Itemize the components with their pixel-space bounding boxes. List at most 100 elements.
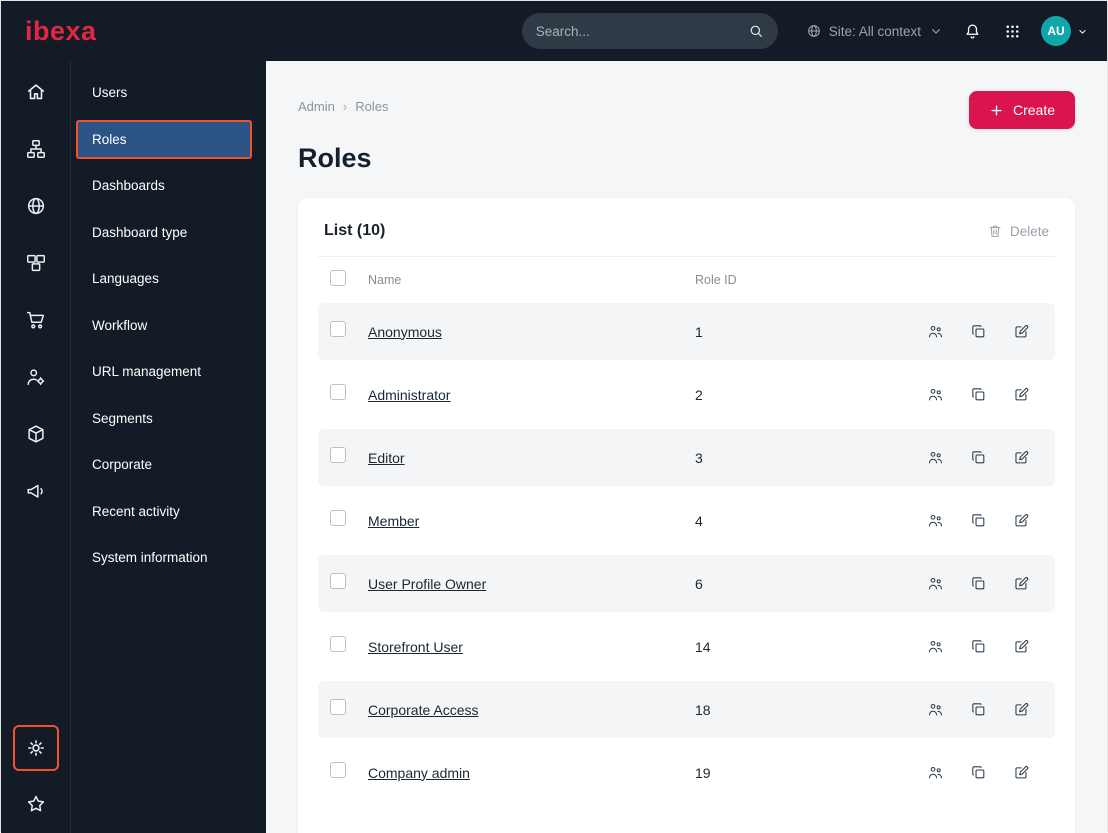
edit-icon bbox=[1013, 764, 1030, 781]
rail-admin-button[interactable] bbox=[12, 725, 59, 771]
sidebar-item-recent-activity[interactable]: Recent activity bbox=[76, 492, 252, 532]
gear-icon bbox=[25, 737, 47, 759]
row-checkbox[interactable] bbox=[330, 636, 346, 652]
icon-rail bbox=[1, 61, 71, 833]
table-row: Member 4 bbox=[318, 492, 1055, 549]
sidebar-item-dashboard-type[interactable]: Dashboard type bbox=[76, 213, 252, 253]
row-checkbox[interactable] bbox=[330, 573, 346, 589]
sidebar-item-system-information[interactable]: System information bbox=[76, 538, 252, 578]
site-context-selector[interactable]: Site: All context bbox=[806, 23, 944, 39]
edit-role-button[interactable] bbox=[1013, 638, 1030, 655]
search-input[interactable] bbox=[535, 23, 748, 39]
row-checkbox[interactable] bbox=[330, 447, 346, 463]
copy-icon bbox=[970, 512, 987, 529]
edit-role-button[interactable] bbox=[1013, 449, 1030, 466]
content-tree-icon bbox=[25, 138, 47, 160]
user-menu[interactable]: AU bbox=[1041, 16, 1089, 46]
role-name-link[interactable]: Storefront User bbox=[368, 639, 695, 655]
copy-role-button[interactable] bbox=[970, 701, 987, 718]
assign-users-button[interactable] bbox=[927, 386, 944, 403]
delete-button[interactable]: Delete bbox=[987, 223, 1049, 239]
table-row: Storefront User 14 bbox=[318, 618, 1055, 675]
assign-users-button[interactable] bbox=[927, 764, 944, 781]
role-name-link[interactable]: Editor bbox=[368, 450, 695, 466]
rail-home-button[interactable] bbox=[14, 71, 58, 113]
rail-bookmarks-button[interactable] bbox=[14, 783, 58, 825]
sidebar-item-segments[interactable]: Segments bbox=[76, 399, 252, 439]
bell-icon bbox=[963, 22, 982, 41]
role-name-link[interactable]: Corporate Access bbox=[368, 702, 695, 718]
role-id: 3 bbox=[695, 449, 703, 466]
copy-icon bbox=[970, 386, 987, 403]
chevron-down-icon bbox=[1076, 25, 1089, 38]
table-header: Name Role ID bbox=[318, 257, 1055, 303]
breadcrumb-item-roles: Roles bbox=[355, 99, 389, 114]
grid-icon bbox=[1003, 22, 1022, 41]
copy-role-button[interactable] bbox=[970, 764, 987, 781]
user-gear-icon bbox=[25, 366, 47, 388]
plus-icon bbox=[989, 103, 1004, 118]
cart-icon bbox=[25, 309, 47, 331]
megaphone-icon bbox=[25, 480, 47, 502]
assign-users-icon bbox=[927, 323, 944, 340]
create-button[interactable]: Create bbox=[968, 91, 1075, 129]
ibexa-logo[interactable]: ibexa bbox=[25, 17, 97, 45]
app-grid-button[interactable] bbox=[1001, 20, 1024, 43]
role-name-link[interactable]: Company admin bbox=[368, 765, 695, 781]
sidebar-item-url-management[interactable]: URL management bbox=[76, 352, 252, 392]
column-header-name: Name bbox=[368, 273, 402, 287]
assign-users-button[interactable] bbox=[927, 449, 944, 466]
rail-site-button[interactable] bbox=[14, 185, 58, 227]
sidebar-item-dashboards[interactable]: Dashboards bbox=[76, 166, 252, 206]
assign-users-icon bbox=[927, 386, 944, 403]
edit-role-button[interactable] bbox=[1013, 323, 1030, 340]
row-checkbox[interactable] bbox=[330, 384, 346, 400]
blocks-icon bbox=[25, 252, 47, 274]
sidebar-item-workflow[interactable]: Workflow bbox=[76, 306, 252, 346]
role-name-link[interactable]: Member bbox=[368, 513, 695, 529]
assign-users-button[interactable] bbox=[927, 638, 944, 655]
copy-role-button[interactable] bbox=[970, 449, 987, 466]
copy-role-button[interactable] bbox=[970, 323, 987, 340]
role-id: 1 bbox=[695, 323, 703, 340]
sidebar-item-corporate[interactable]: Corporate bbox=[76, 445, 252, 485]
row-checkbox[interactable] bbox=[330, 510, 346, 526]
sidebar-item-users[interactable]: Users bbox=[76, 73, 252, 113]
select-all-checkbox[interactable] bbox=[330, 269, 346, 286]
row-checkbox[interactable] bbox=[330, 762, 346, 778]
assign-users-button[interactable] bbox=[927, 575, 944, 592]
copy-role-button[interactable] bbox=[970, 575, 987, 592]
edit-role-button[interactable] bbox=[1013, 386, 1030, 403]
row-checkbox[interactable] bbox=[330, 321, 346, 337]
roles-list-card: List (10) Delete Name Role ID Anonymous … bbox=[298, 198, 1075, 833]
role-name-link[interactable]: User Profile Owner bbox=[368, 576, 695, 592]
rail-customers-button[interactable] bbox=[14, 356, 58, 398]
edit-icon bbox=[1013, 575, 1030, 592]
edit-icon bbox=[1013, 701, 1030, 718]
edit-icon bbox=[1013, 386, 1030, 403]
role-name-link[interactable]: Anonymous bbox=[368, 324, 695, 340]
rail-commerce-button[interactable] bbox=[14, 299, 58, 341]
rail-marketing-button[interactable] bbox=[14, 470, 58, 512]
edit-role-button[interactable] bbox=[1013, 701, 1030, 718]
assign-users-button[interactable] bbox=[927, 701, 944, 718]
sidebar-item-roles[interactable]: Roles bbox=[76, 119, 252, 160]
copy-role-button[interactable] bbox=[970, 386, 987, 403]
rail-blocks-button[interactable] bbox=[14, 242, 58, 284]
search-icon bbox=[748, 23, 764, 39]
rail-catalog-button[interactable] bbox=[14, 413, 58, 455]
edit-role-button[interactable] bbox=[1013, 764, 1030, 781]
assign-users-button[interactable] bbox=[927, 512, 944, 529]
edit-role-button[interactable] bbox=[1013, 512, 1030, 529]
notifications-button[interactable] bbox=[961, 20, 984, 43]
copy-role-button[interactable] bbox=[970, 512, 987, 529]
edit-role-button[interactable] bbox=[1013, 575, 1030, 592]
sidebar-item-languages[interactable]: Languages bbox=[76, 259, 252, 299]
rail-content-button[interactable] bbox=[14, 128, 58, 170]
role-name-link[interactable]: Administrator bbox=[368, 387, 695, 403]
table-row: Editor 3 bbox=[318, 429, 1055, 486]
row-checkbox[interactable] bbox=[330, 699, 346, 715]
copy-role-button[interactable] bbox=[970, 638, 987, 655]
breadcrumb-item-admin[interactable]: Admin bbox=[298, 99, 335, 114]
assign-users-button[interactable] bbox=[927, 323, 944, 340]
